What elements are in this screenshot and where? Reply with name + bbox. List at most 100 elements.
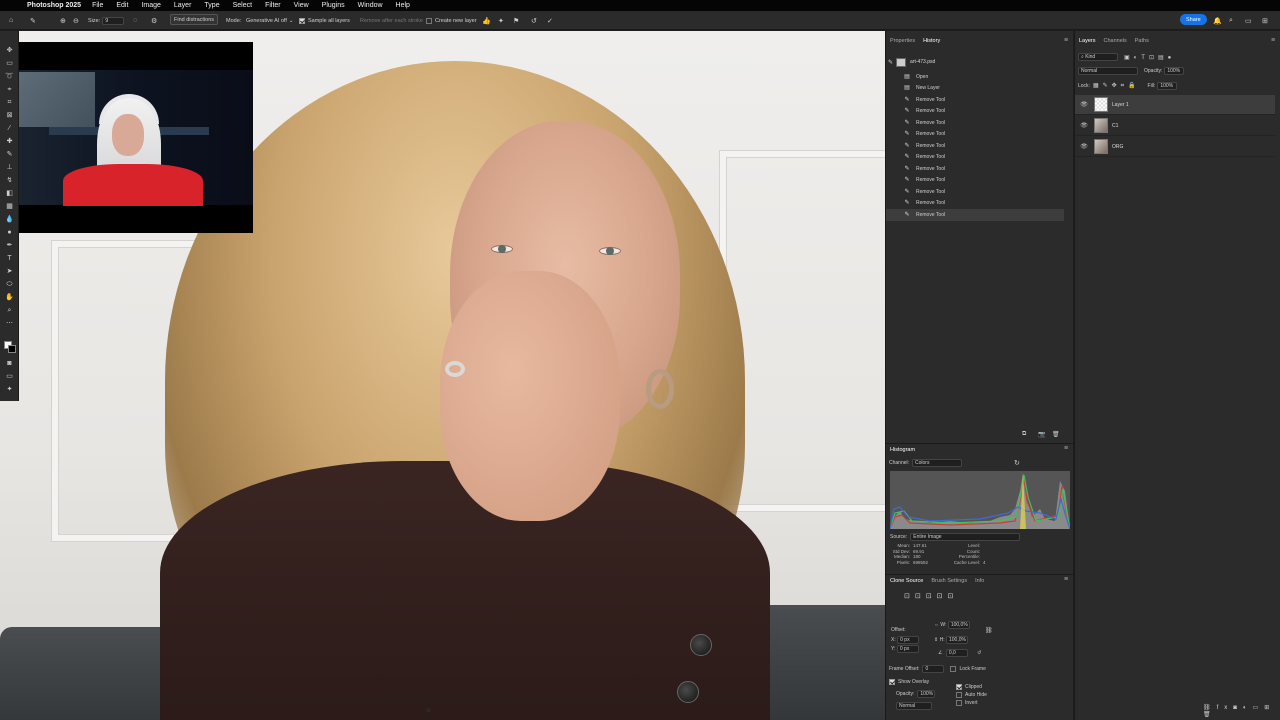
undo-icon[interactable]: ↺: [531, 15, 537, 26]
tab-info[interactable]: Info: [975, 578, 984, 584]
source-dropdown[interactable]: Entire Image: [910, 533, 1021, 541]
gradient-tool-icon[interactable]: ▦: [4, 201, 15, 212]
lock-frame-checkbox[interactable]: [950, 666, 957, 672]
tab-paths[interactable]: Paths: [1131, 35, 1153, 49]
tab-clone-source[interactable]: Clone Source: [890, 578, 923, 584]
fill-input[interactable]: 100%: [1157, 82, 1178, 90]
invert-checkbox[interactable]: [956, 700, 962, 706]
menu-edit[interactable]: Edit: [116, 2, 128, 9]
panel-menu-icon[interactable]: ≡: [1064, 37, 1068, 44]
menu-plugins[interactable]: Plugins: [322, 2, 345, 9]
show-overlay-row[interactable]: Show Overlay: [889, 679, 929, 685]
history-item[interactable]: ✎ Remove Tool: [886, 152, 1064, 164]
clone-source-slot-icon[interactable]: ⊡: [948, 593, 959, 600]
workspace-icon[interactable]: ▭: [1245, 15, 1252, 26]
brush-subtract-icon[interactable]: ⊖: [73, 15, 79, 26]
layer-kind-filter[interactable]: ⌕ Kind: [1078, 53, 1118, 61]
history-item[interactable]: ✎ Remove Tool: [886, 186, 1064, 198]
menu-type[interactable]: Type: [204, 2, 219, 9]
lock-icons[interactable]: ▦✎✥⌗🔒: [1093, 82, 1140, 90]
visibility-eye-icon[interactable]: 👁: [1078, 122, 1090, 129]
h-input[interactable]: 100,0%: [945, 636, 968, 644]
brush-tool-icon[interactable]: ✎: [4, 149, 15, 160]
clone-source-slot-icon[interactable]: ⊡: [915, 593, 926, 600]
panel-menu-icon[interactable]: ≡: [1271, 37, 1275, 44]
layer-footer-icons[interactable]: ⛓fx◙◐▭⊞ 🗑: [1203, 704, 1280, 718]
tab-brush-settings[interactable]: Brush Settings: [931, 578, 967, 584]
commit-check-icon[interactable]: ✓: [547, 15, 553, 26]
blend-mode-dropdown[interactable]: Normal: [1078, 67, 1138, 75]
menu-select[interactable]: Select: [233, 2, 252, 9]
clipped-checkbox[interactable]: [956, 684, 962, 690]
quick-mask-icon[interactable]: ◙: [4, 358, 15, 369]
reset-transform-icon[interactable]: ↺: [977, 650, 981, 656]
frame-tool-icon[interactable]: ⊠: [4, 110, 15, 121]
create-new-layer-checkbox[interactable]: Create new layer: [426, 15, 477, 26]
history-item[interactable]: ✎ Remove Tool: [886, 106, 1064, 118]
lasso-tool-icon[interactable]: ➰: [4, 71, 15, 82]
remove-tool-active-icon[interactable]: ✦: [4, 384, 15, 395]
marquee-tool-icon[interactable]: ▭: [4, 58, 15, 69]
layer-row-c1[interactable]: 👁 C1: [1075, 116, 1275, 136]
frame-offset-input[interactable]: 0: [922, 665, 945, 673]
group-icon[interactable]: ▭: [1253, 705, 1265, 711]
move-tool-icon[interactable]: ✥: [4, 45, 15, 56]
dodge-tool-icon[interactable]: ●: [4, 227, 15, 238]
history-item[interactable]: ✎ Remove Tool: [886, 117, 1064, 129]
trash-icon[interactable]: 🗑: [1052, 431, 1060, 438]
path-select-tool-icon[interactable]: ➤: [4, 266, 15, 277]
tab-layers[interactable]: Layers: [1075, 35, 1100, 49]
menu-filter[interactable]: Filter: [265, 2, 281, 9]
hand-tool-icon[interactable]: ✋: [4, 292, 15, 303]
history-item-selected[interactable]: ✎ Remove Tool: [886, 209, 1064, 221]
menu-file[interactable]: File: [92, 2, 103, 9]
link-icon[interactable]: ⛓: [985, 627, 993, 634]
opacity-input[interactable]: 100%: [1164, 67, 1185, 75]
history-snapshot[interactable]: ✎ art-473.psd: [888, 55, 1072, 69]
flip-vertical-icon[interactable]: ⇕: [934, 637, 938, 643]
type-tool-icon[interactable]: T: [4, 253, 15, 264]
channel-dropdown[interactable]: Colors: [912, 459, 963, 467]
zoom-tool-icon[interactable]: ⌕: [4, 305, 15, 316]
pen-tool-icon[interactable]: ✒: [4, 240, 15, 251]
find-distractions-button[interactable]: Find distractions: [170, 14, 219, 25]
layer-row-org[interactable]: 👁 ORG: [1075, 137, 1275, 157]
menu-image[interactable]: Image: [141, 2, 160, 9]
history-brush-tool-icon[interactable]: ↯: [4, 175, 15, 186]
remove-tool-icon[interactable]: ✎: [30, 15, 36, 26]
remove-after-stroke-option[interactable]: Remove after each stroke: [360, 15, 423, 26]
history-item[interactable]: ✎ Remove Tool: [886, 94, 1064, 106]
link-layers-icon[interactable]: ⛓: [1203, 705, 1217, 711]
menu-help[interactable]: Help: [396, 2, 410, 9]
history-item[interactable]: ▤ Open: [886, 71, 1064, 83]
tab-channels[interactable]: Channels: [1100, 35, 1131, 49]
settings-icon[interactable]: ⚙: [151, 15, 157, 26]
clone-source-slot-icon[interactable]: ⊡: [937, 593, 948, 600]
menu-layer[interactable]: Layer: [174, 2, 192, 9]
background-color-swatch[interactable]: [8, 345, 16, 353]
mode-dropdown[interactable]: Generative AI off ⌄: [246, 15, 293, 26]
search-icon[interactable]: ⌕: [1229, 15, 1233, 26]
arrange-icon[interactable]: ⊞: [1262, 15, 1268, 26]
adjustment-icon[interactable]: ◐: [1243, 705, 1253, 711]
thumbs-down-icon[interactable]: ✦: [498, 15, 504, 26]
sample-all-layers-checkbox[interactable]: Sample all layers: [299, 15, 350, 26]
brush-add-icon[interactable]: ⊕: [60, 15, 66, 26]
flip-horizontal-icon[interactable]: ⇔: [934, 622, 939, 628]
clipped-row[interactable]: Clipped: [956, 684, 982, 690]
thumbs-up-icon[interactable]: 👍: [482, 15, 491, 26]
y-input[interactable]: 0 px: [896, 645, 919, 653]
share-button[interactable]: Share: [1180, 14, 1207, 25]
auto-hide-checkbox[interactable]: [956, 692, 962, 698]
size-input[interactable]: 9: [102, 16, 125, 25]
new-document-from-state-icon[interactable]: ⧉: [1022, 431, 1026, 438]
visibility-eye-icon[interactable]: 👁: [1078, 101, 1090, 108]
crop-tool-icon[interactable]: ⌗: [4, 97, 15, 108]
panel-menu-icon[interactable]: ≡: [1064, 576, 1068, 583]
mask-icon[interactable]: ◙: [1233, 705, 1243, 711]
show-overlay-checkbox[interactable]: [889, 679, 895, 685]
pressure-icon[interactable]: ◌: [133, 15, 137, 26]
x-input[interactable]: 0 px: [897, 636, 920, 644]
object-select-tool-icon[interactable]: ⌖: [4, 84, 15, 95]
stamp-tool-icon[interactable]: ⊥: [4, 162, 15, 173]
